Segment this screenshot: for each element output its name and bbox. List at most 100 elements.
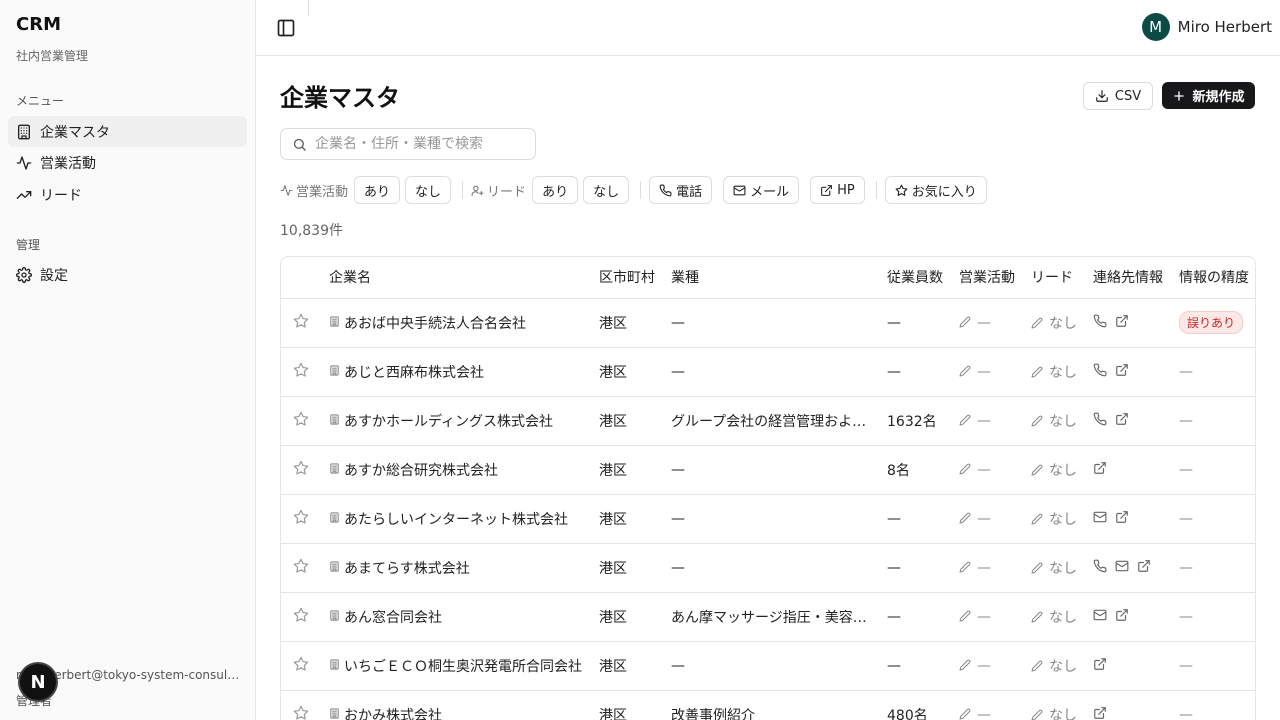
company-name[interactable]: あすかホールディングス株式会社	[344, 411, 553, 431]
user-menu[interactable]: M Miro Herbert	[1141, 13, 1272, 41]
phone-icon[interactable]	[1093, 363, 1115, 381]
favorite-star-icon[interactable]	[293, 607, 309, 627]
favorite-star-icon[interactable]	[293, 656, 309, 676]
external-link-icon[interactable]	[1115, 510, 1137, 528]
activity-yes-chip[interactable]: あり	[354, 176, 401, 204]
csv-export-button[interactable]: CSV	[1083, 82, 1153, 110]
header-industry[interactable]: 業種	[671, 257, 887, 299]
sidebar-toggle-icon[interactable]	[276, 18, 296, 38]
mail-filter-chip[interactable]: メール	[723, 176, 800, 204]
mail-icon[interactable]	[1093, 608, 1115, 626]
edit-lead-button[interactable]: なし	[1031, 512, 1077, 528]
table-row[interactable]: あたらしいインターネット株式会社 港区 — — — なし —	[281, 494, 1255, 544]
header-employees[interactable]: 従業員数	[887, 257, 959, 299]
edit-activity-button[interactable]: —	[959, 658, 991, 674]
edit-lead-button[interactable]: なし	[1031, 463, 1077, 479]
city-cell: 港区	[599, 347, 671, 397]
edit-activity-button[interactable]: —	[959, 707, 991, 720]
hp-filter-label: HP	[837, 182, 855, 198]
sidebar-item-sales-activity[interactable]: 営業活動	[8, 147, 247, 178]
phone-filter-chip[interactable]: 電話	[649, 176, 713, 204]
company-name[interactable]: あすか総合研究株式会社	[344, 460, 498, 480]
building-icon	[329, 609, 344, 625]
lead-value: なし	[1049, 462, 1077, 479]
user-plus-icon	[471, 185, 484, 196]
favorite-star-icon[interactable]	[293, 362, 309, 382]
table-row[interactable]: あじと西麻布株式会社 港区 — — — なし —	[281, 347, 1255, 397]
pencil-icon	[1031, 512, 1049, 528]
edit-lead-button[interactable]: なし	[1031, 561, 1077, 577]
edit-activity-button[interactable]: —	[959, 315, 991, 331]
edit-lead-button[interactable]: なし	[1031, 414, 1077, 430]
building-icon	[16, 124, 32, 140]
company-name[interactable]: あたらしいインターネット株式会社	[344, 509, 568, 529]
external-link-icon[interactable]	[1093, 706, 1115, 720]
phone-icon[interactable]	[1093, 559, 1115, 577]
table-row[interactable]: あすかホールディングス株式会社 港区グループ会社の経営管理および関連業務1632名…	[281, 396, 1255, 446]
edit-activity-button[interactable]: —	[959, 560, 991, 576]
table-row[interactable]: あすか総合研究株式会社 港区 —8名 — なし —	[281, 445, 1255, 495]
company-name[interactable]: おかみ株式会社	[344, 705, 442, 720]
sidebar-item-leads[interactable]: リード	[8, 179, 247, 210]
create-new-button[interactable]: 新規作成	[1162, 82, 1255, 109]
industry-cell: あん摩マッサージ指圧・美容関連	[671, 592, 887, 642]
edit-lead-button[interactable]: なし	[1031, 316, 1077, 332]
contact-icons	[1093, 608, 1179, 626]
table-row[interactable]: あん窓合同会社 港区 あん摩マッサージ指圧・美容関連 — — なし —	[281, 592, 1255, 642]
favorite-star-icon[interactable]	[293, 460, 309, 480]
header-city[interactable]: 区市町村	[599, 257, 671, 299]
company-name[interactable]: あじと西麻布株式会社	[344, 362, 484, 382]
lead-no-chip[interactable]: なし	[583, 176, 630, 204]
edit-activity-button[interactable]: —	[959, 413, 991, 429]
header-accuracy[interactable]: 情報の精度	[1179, 257, 1255, 299]
edit-activity-button[interactable]: —	[959, 609, 991, 625]
user-name: Miro Herbert	[1177, 18, 1272, 36]
external-link-icon[interactable]	[1115, 314, 1137, 332]
phone-icon[interactable]	[1093, 314, 1115, 332]
activity-no-chip[interactable]: なし	[405, 176, 452, 204]
header-sales-activity[interactable]: 営業活動	[959, 257, 1031, 299]
external-link-icon[interactable]	[1137, 559, 1159, 577]
mail-icon[interactable]	[1115, 559, 1137, 577]
table-row[interactable]: あおば中央手続法人合名会社 港区 — — — なし 誤りあり	[281, 298, 1255, 348]
company-name[interactable]: いちごＥＣＯ桐生奥沢発電所合同会社	[344, 656, 582, 676]
floating-n-badge[interactable]: N	[20, 664, 56, 700]
favorite-star-icon[interactable]	[293, 705, 309, 720]
favorite-star-icon[interactable]	[293, 313, 309, 333]
pencil-icon	[959, 364, 977, 380]
header-lead[interactable]: リード	[1031, 257, 1093, 299]
edit-activity-button[interactable]: —	[959, 364, 991, 380]
activity-value: —	[977, 510, 991, 527]
favorite-star-icon[interactable]	[293, 411, 309, 431]
lead-yes-chip[interactable]: あり	[532, 176, 579, 204]
favorite-star-icon[interactable]	[293, 509, 309, 529]
company-name[interactable]: あまてらす株式会社	[344, 558, 470, 578]
external-link-icon[interactable]	[1115, 412, 1137, 430]
company-name[interactable]: あおば中央手続法人合名会社	[344, 313, 526, 333]
hp-filter-chip[interactable]: HP	[810, 176, 865, 204]
table-row[interactable]: おかみ株式会社 港区 改善事例紹介 480名 — なし —	[281, 690, 1255, 720]
edit-activity-button[interactable]: —	[959, 511, 991, 527]
header-company-name[interactable]: 企業名	[329, 257, 599, 299]
edit-lead-button[interactable]: なし	[1031, 659, 1077, 675]
external-link-icon[interactable]	[1115, 363, 1137, 381]
favorite-star-icon[interactable]	[293, 558, 309, 578]
mail-icon[interactable]	[1093, 510, 1115, 528]
sidebar-item-companies[interactable]: 企業マスタ	[8, 116, 247, 147]
mail-icon	[733, 185, 746, 195]
sidebar-item-settings[interactable]: 設定	[8, 259, 247, 290]
header-contact-info[interactable]: 連絡先情報	[1093, 257, 1179, 299]
external-link-icon[interactable]	[1093, 657, 1115, 675]
external-link-icon[interactable]	[1115, 608, 1137, 626]
table-row[interactable]: いちごＥＣＯ桐生奥沢発電所合同会社 港区 — — — なし —	[281, 641, 1255, 691]
table-row[interactable]: あまてらす株式会社 港区 — — — なし —	[281, 543, 1255, 593]
company-name[interactable]: あん窓合同会社	[344, 607, 442, 627]
phone-icon[interactable]	[1093, 412, 1115, 430]
external-link-icon[interactable]	[1093, 461, 1115, 479]
edit-lead-button[interactable]: なし	[1031, 365, 1077, 381]
favorite-filter-chip[interactable]: お気に入り	[884, 176, 987, 204]
edit-activity-button[interactable]: —	[959, 462, 991, 478]
edit-lead-button[interactable]: なし	[1031, 708, 1077, 720]
edit-lead-button[interactable]: なし	[1031, 610, 1077, 626]
search-input[interactable]	[315, 136, 515, 152]
